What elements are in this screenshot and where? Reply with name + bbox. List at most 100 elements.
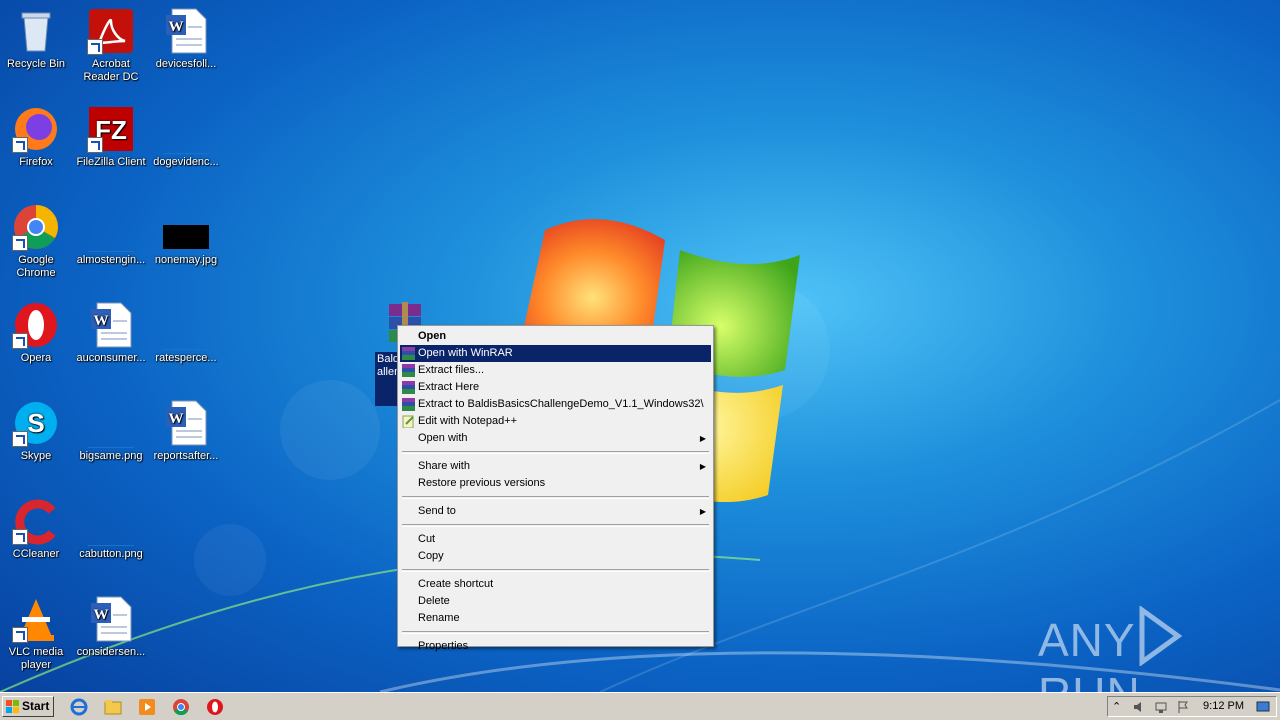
- desktop-icon-label: almostengin...: [76, 254, 146, 266]
- desktop-icon-ccleaner[interactable]: CCleaner: [0, 497, 73, 561]
- shortcut-arrow-icon: [12, 627, 28, 643]
- show-hidden-icons-icon[interactable]: ⌃: [1112, 700, 1126, 714]
- menu-item-open-with-winrar[interactable]: Open with WinRAR: [400, 345, 711, 362]
- menu-item-open-with[interactable]: Open with ▶: [400, 430, 711, 447]
- desktop-icon-label: auconsumer...: [76, 352, 146, 364]
- desktop-icon-label: dogevidenc...: [153, 156, 219, 168]
- svg-text:W: W: [169, 19, 184, 35]
- menu-item-extract-here[interactable]: Extract Here: [400, 379, 711, 396]
- menu-item-create-shortcut[interactable]: Create shortcut: [400, 576, 711, 593]
- desktop-icon-firefox[interactable]: Firefox: [0, 105, 73, 169]
- winrar-icon: [402, 364, 415, 377]
- menu-item-open[interactable]: Open: [400, 328, 711, 345]
- desktop-file-reportsafter[interactable]: W reportsafter...: [149, 399, 223, 463]
- menu-item-label: Edit with Notepad++: [418, 415, 518, 427]
- notepadpp-icon: [402, 415, 414, 428]
- menu-item-restore-previous-versions[interactable]: Restore previous versions: [400, 475, 711, 492]
- start-button[interactable]: Start: [2, 696, 54, 717]
- desktop-icon-label: ratesperce...: [155, 352, 217, 364]
- desktop[interactable]: Recycle Bin Firefox Google Chrome Opera …: [0, 0, 1280, 692]
- blank-file-icon: [88, 427, 134, 448]
- chrome-icon[interactable]: [172, 698, 190, 716]
- menu-item-edit-with-notepadpp[interactable]: Edit with Notepad++: [400, 413, 711, 430]
- desktop-file-auconsumer[interactable]: W auconsumer...: [74, 301, 148, 365]
- svg-text:S: S: [27, 408, 44, 438]
- blank-file-icon: [88, 525, 134, 546]
- desktop-icon-recycle-bin[interactable]: Recycle Bin: [0, 7, 73, 71]
- menu-item-label: Cut: [418, 533, 436, 545]
- menu-item-delete[interactable]: Delete: [400, 593, 711, 610]
- volume-icon[interactable]: [1132, 700, 1146, 714]
- menu-item-label: Extract to BaldisBasicsChallengeDemo_V1.…: [418, 398, 704, 410]
- desktop-file-almostengin[interactable]: almostengin...: [74, 203, 148, 267]
- shortcut-arrow-icon: [87, 39, 103, 55]
- desktop-icon-label: Firefox: [19, 156, 53, 168]
- internet-explorer-icon[interactable]: [70, 698, 88, 716]
- blank-file-icon: [163, 329, 209, 350]
- submenu-arrow-icon: ▶: [699, 434, 706, 443]
- opera-icon[interactable]: [206, 698, 224, 716]
- menu-item-label: Share with: [418, 460, 470, 472]
- menu-item-rename[interactable]: Rename: [400, 610, 711, 627]
- menu-item-extract-files[interactable]: Extract files...: [400, 362, 711, 379]
- svg-text:W: W: [94, 313, 109, 329]
- watermark-text-left: ANY: [1038, 614, 1136, 666]
- menu-item-copy[interactable]: Copy: [400, 548, 711, 565]
- desktop-icon-vlc[interactable]: VLC media player: [0, 595, 73, 672]
- menu-item-label: Properties: [418, 640, 469, 652]
- desktop-file-devicesfoll[interactable]: W devicesfoll...: [149, 7, 223, 71]
- menu-item-label: Extract Here: [418, 381, 480, 393]
- desktop-icon-chrome[interactable]: Google Chrome: [0, 203, 73, 280]
- shortcut-arrow-icon: [12, 431, 28, 447]
- recycle-bin-icon: [21, 12, 51, 52]
- svg-text:W: W: [169, 411, 184, 427]
- desktop-icon-acrobat[interactable]: Acrobat Reader DC: [74, 7, 148, 84]
- menu-item-properties[interactable]: Properties: [400, 638, 711, 655]
- menu-item-label: Delete: [418, 595, 450, 607]
- action-center-flag-icon[interactable]: [1176, 700, 1190, 714]
- desktop-icon-label: reportsafter...: [153, 450, 219, 462]
- start-label: Start: [22, 699, 50, 713]
- word-doc-icon: W: [91, 596, 132, 642]
- context-menu[interactable]: Open Open with WinRAR Extract files... E…: [397, 325, 714, 652]
- desktop-file-cabutton[interactable]: cabutton.png: [74, 497, 148, 561]
- submenu-arrow-icon: ▶: [699, 507, 706, 516]
- desktop-file-bigsame[interactable]: bigsame.png: [74, 399, 148, 463]
- desktop-icon-filezilla[interactable]: FZ FileZilla Client: [74, 105, 148, 169]
- menu-item-label: Open with WinRAR: [418, 347, 513, 359]
- network-icon[interactable]: [1154, 700, 1168, 714]
- desktop-icon-label: Skype: [20, 450, 52, 462]
- image-file-icon: [163, 225, 209, 249]
- shortcut-arrow-icon: [12, 235, 28, 251]
- menu-item-share-with[interactable]: Share with ▶: [400, 458, 711, 475]
- menu-separator: [402, 451, 709, 454]
- menu-separator: [402, 496, 709, 499]
- menu-item-label: Rename: [418, 612, 460, 624]
- desktop-icon-label: bigsame.png: [79, 450, 143, 462]
- desktop-icon-label: Recycle Bin: [6, 58, 66, 70]
- play-logo-icon: [1139, 606, 1182, 666]
- desktop-icon-label: Acrobat Reader DC: [83, 58, 139, 83]
- desktop-icon-label: cabutton.png: [79, 548, 143, 560]
- word-doc-icon: W: [166, 400, 207, 446]
- menu-item-label: Copy: [418, 550, 444, 562]
- file-explorer-icon[interactable]: [104, 698, 122, 716]
- desktop-file-ratesperce[interactable]: ratesperce...: [149, 301, 223, 365]
- menu-item-cut[interactable]: Cut: [400, 531, 711, 548]
- desktop-file-dogevidenc[interactable]: dogevidenc...: [149, 105, 223, 169]
- menu-separator: [402, 631, 709, 634]
- desktop-icon-label: CCleaner: [12, 548, 60, 560]
- menu-item-extract-to-folder[interactable]: Extract to BaldisBasicsChallengeDemo_V1.…: [400, 396, 711, 413]
- desktop-file-nonemay[interactable]: nonemay.jpg: [149, 203, 223, 267]
- winrar-icon: [402, 381, 415, 394]
- desktop-icon-label: VLC media player: [8, 646, 64, 671]
- menu-item-label: Restore previous versions: [418, 477, 546, 489]
- clock[interactable]: 9:12 PM: [1203, 697, 1244, 716]
- blank-file-icon: [163, 133, 209, 154]
- desktop-icon-skype[interactable]: S Skype: [0, 399, 73, 463]
- show-desktop-icon[interactable]: [1256, 700, 1270, 714]
- menu-item-send-to[interactable]: Send to ▶: [400, 503, 711, 520]
- media-player-icon[interactable]: [138, 698, 156, 716]
- desktop-icon-opera[interactable]: Opera: [0, 301, 73, 365]
- desktop-file-considersen[interactable]: W considersen...: [74, 595, 148, 659]
